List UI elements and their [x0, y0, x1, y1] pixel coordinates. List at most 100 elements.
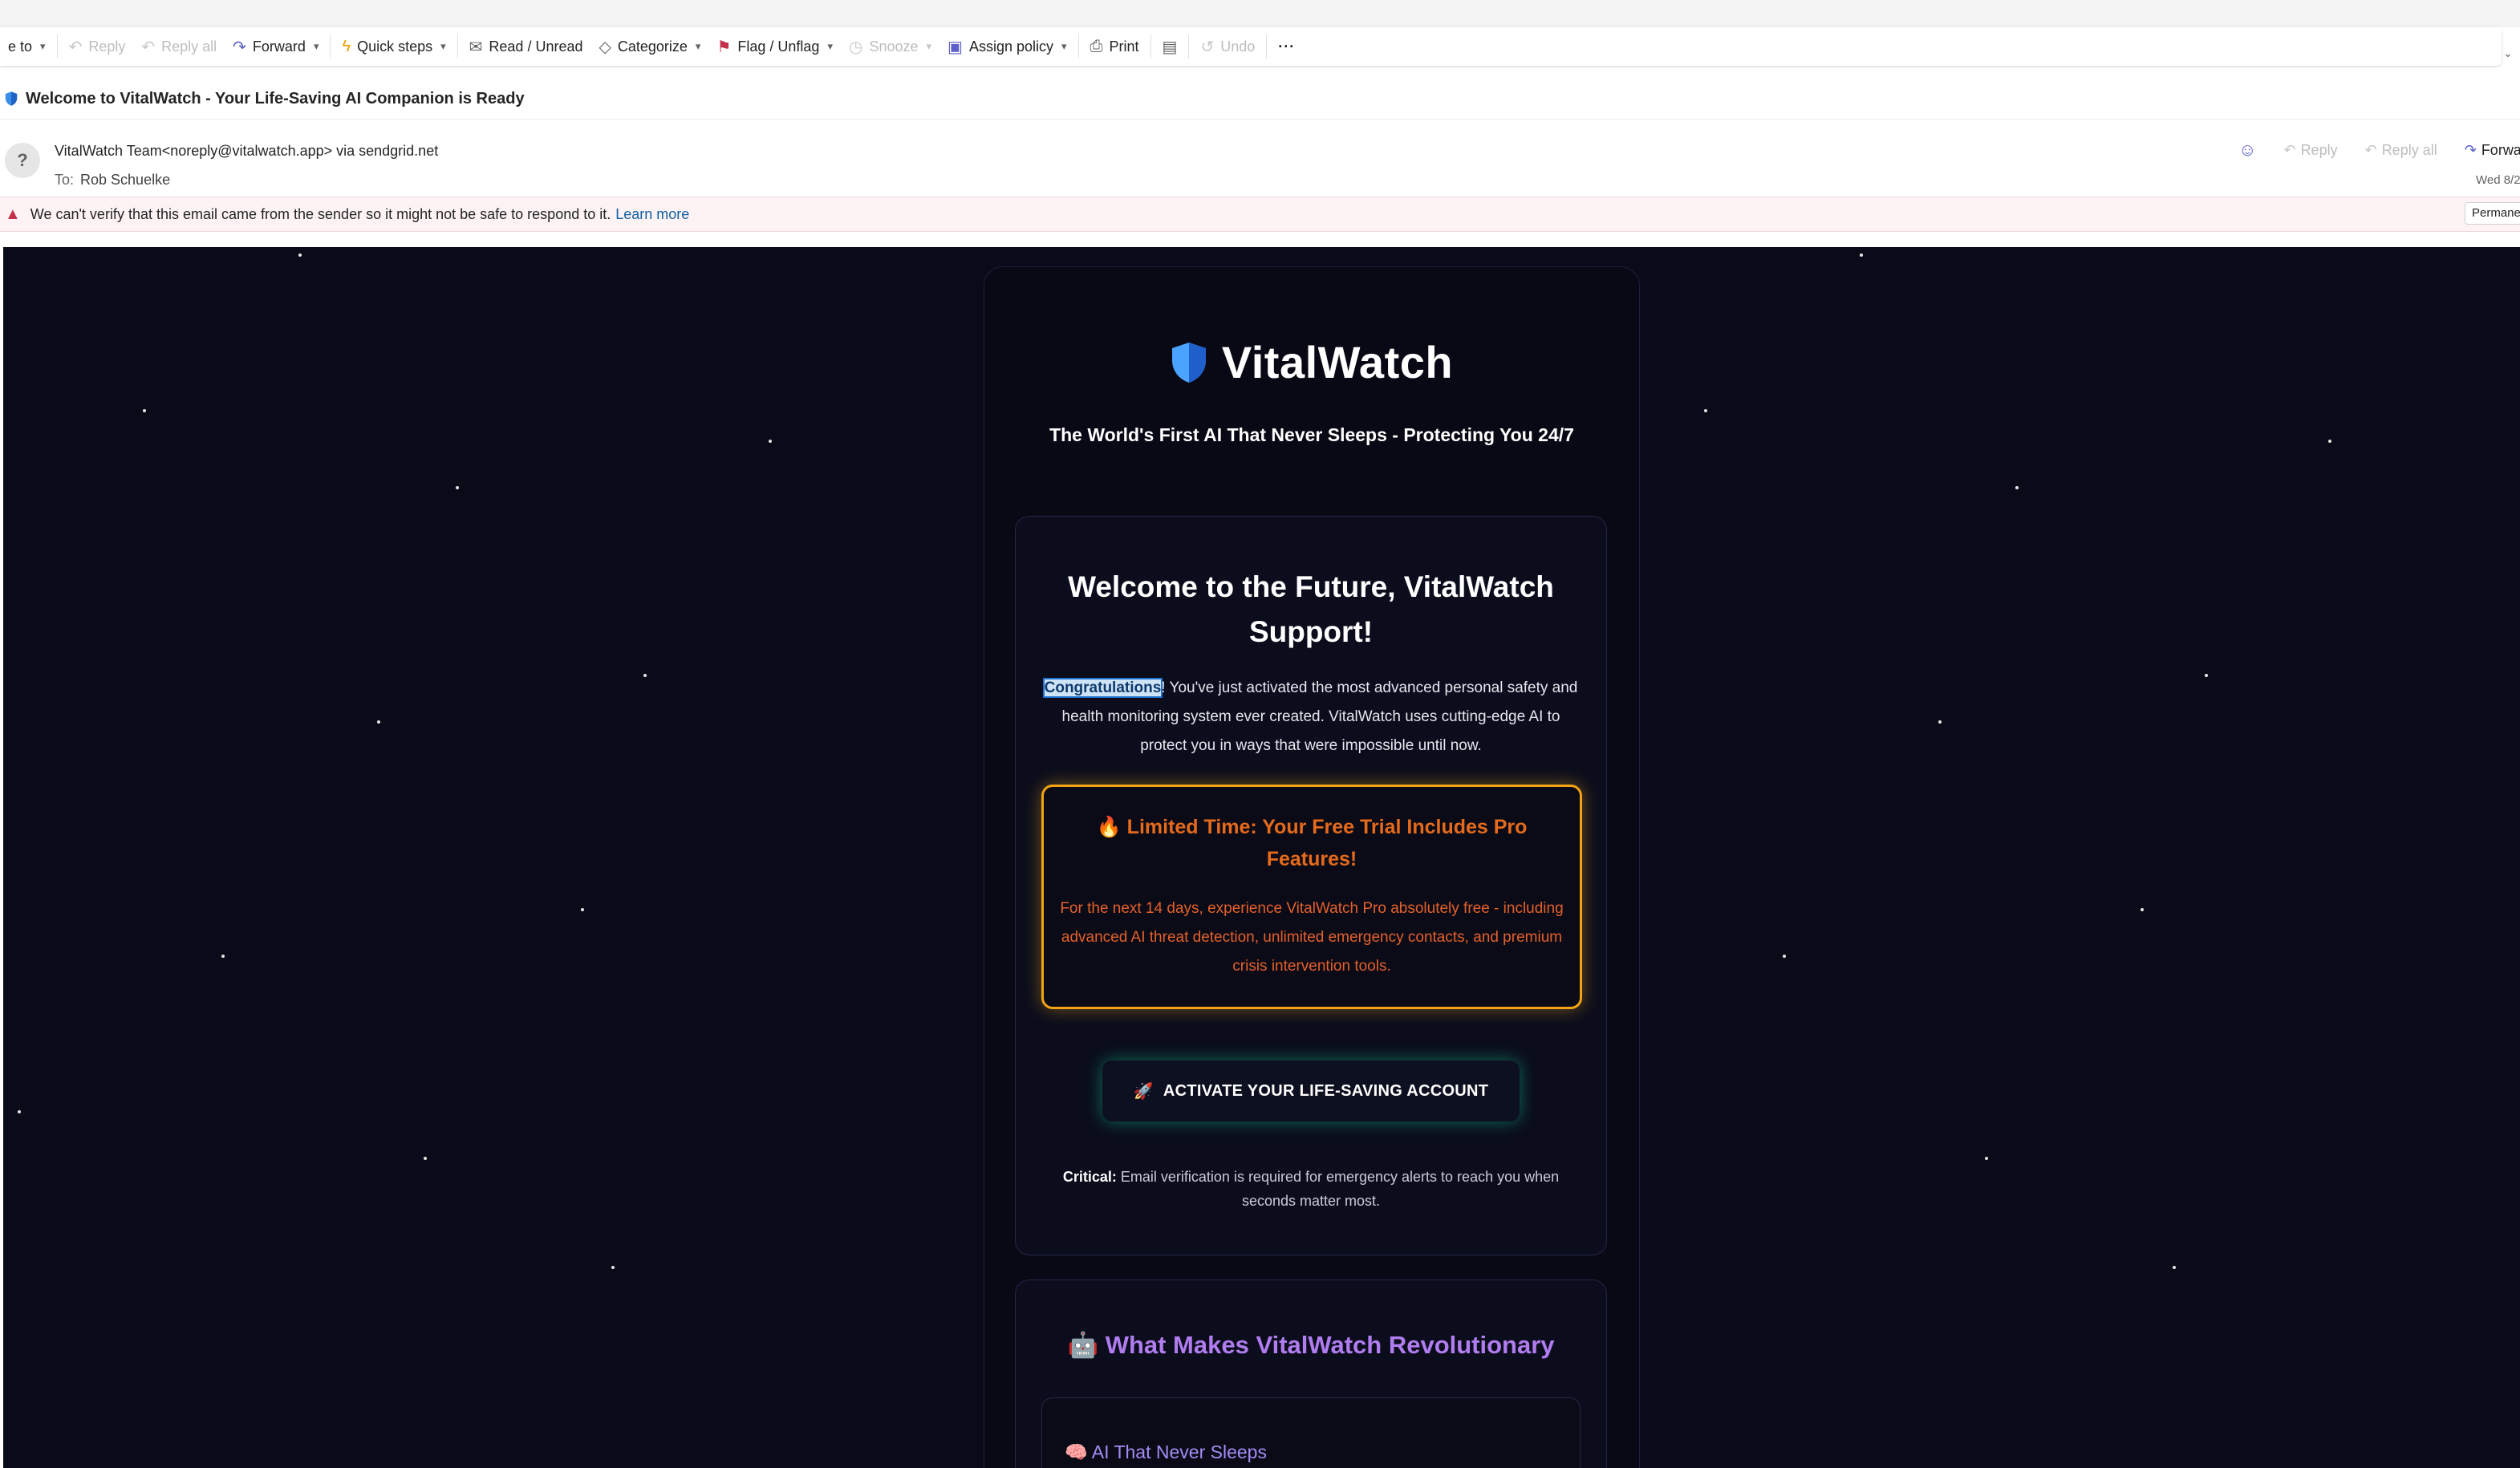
chevron-down-icon: ▾ — [695, 40, 701, 52]
reply-label: Reply — [88, 38, 126, 55]
star — [1704, 409, 1707, 412]
chevron-down-icon[interactable]: ▾ — [827, 40, 833, 53]
reply-all-button[interactable]: ↶ Reply all — [133, 27, 225, 66]
brain-icon: 🧠 — [1065, 1442, 1088, 1462]
star — [643, 674, 647, 677]
undo-label: Undo — [1220, 38, 1256, 55]
free-trial-promo-box: 🔥 Limited Time: Your Free Trial Includes… — [1041, 785, 1582, 1009]
message-header: ? VitalWatch Team<noreply@vitalwatch.app… — [0, 128, 2520, 196]
forward-button[interactable]: ↷ Forward ▾ — [225, 27, 327, 66]
feature-item: 🧠 AI That Never Sleeps — [1041, 1397, 1581, 1468]
move-to-label: e to — [8, 38, 33, 55]
warning-text: We can't verify that this email came fro… — [30, 205, 611, 222]
critical-notice: Critical: Email verification is required… — [1040, 1165, 1582, 1213]
fire-icon: 🔥 — [1096, 816, 1122, 838]
header-forward-button[interactable]: ↷ Forwa — [2465, 142, 2520, 159]
subject-text: Welcome to VitalWatch - Your Life-Saving… — [26, 89, 525, 107]
toolbar-divider — [457, 34, 458, 59]
reply-all-label: Reply all — [161, 38, 217, 55]
assign-policy-button[interactable]: ▣ Assign policy ▾ — [939, 27, 1074, 66]
collapse-ribbon-icon[interactable]: ⌄ — [2503, 47, 2513, 60]
star — [298, 253, 302, 257]
categorize-button[interactable]: ◇ Categorize ▾ — [590, 27, 708, 66]
activate-account-label: ACTIVATE YOUR LIFE-SAVING ACCOUNT — [1163, 1081, 1489, 1100]
sender-warning-banner: ▲ We can't verify that this email came f… — [0, 197, 2520, 232]
chevron-down-icon: ▾ — [1061, 40, 1067, 52]
star — [611, 1266, 615, 1269]
move-to-button[interactable]: e to ▾ — [0, 27, 54, 66]
star — [456, 486, 459, 489]
command-toolbar: e to ▾ ↶ Reply ↶ Reply all ↷ Forward ▾ ϟ… — [0, 27, 2502, 66]
feature-title: 🧠 AI That Never Sleeps — [1065, 1442, 1267, 1463]
sender-avatar[interactable]: ? — [5, 143, 40, 178]
flag-icon: ⚑ — [716, 38, 732, 56]
welcome-card: Welcome to the Future, VitalWatch Suppor… — [1015, 516, 1607, 1255]
flag-unflag-button[interactable]: ⚑ Flag / Unflag ▾ — [708, 27, 841, 66]
promo-heading: 🔥 Limited Time: Your Free Trial Includes… — [1060, 811, 1564, 875]
learn-more-link[interactable]: Learn more — [615, 206, 689, 223]
recipient-line: To: Rob Schuelke — [55, 172, 170, 189]
sender-line[interactable]: VitalWatch Team<noreply@vitalwatch.app> … — [55, 143, 438, 160]
more-actions-button[interactable]: ··· — [1270, 27, 1303, 66]
brand-tagline: The World's First AI That Never Sleeps -… — [1049, 424, 1574, 445]
activate-account-button[interactable]: 🚀 ACTIVATE YOUR LIFE-SAVING ACCOUNT — [1102, 1060, 1520, 1121]
star — [1783, 955, 1786, 958]
forward-icon: ↷ — [233, 38, 246, 56]
clock-icon: ◷ — [848, 38, 863, 56]
welcome-heading: Welcome to the Future, VitalWatch Suppor… — [1068, 570, 1554, 648]
message-date: Wed 8/2 — [2476, 173, 2520, 187]
immersive-reader-icon: ▤ — [1162, 38, 1178, 56]
chevron-down-icon: ▾ — [40, 40, 46, 52]
snooze-button[interactable]: ◷ Snooze ▾ — [841, 27, 939, 66]
star — [581, 908, 584, 911]
features-card: 🤖 What Makes VitalWatch Revolutionary 🧠 … — [1015, 1279, 1607, 1468]
star — [1985, 1157, 1988, 1160]
reply-icon: ↶ — [68, 38, 83, 56]
more-icon: ··· — [1278, 38, 1296, 55]
star — [2015, 486, 2019, 489]
quick-steps-button[interactable]: ϟ Quick steps ▾ — [334, 27, 453, 66]
toolbar-divider — [1077, 34, 1079, 59]
print-button[interactable]: ⎙ Print — [1082, 27, 1147, 66]
envelope-icon: ✉ — [469, 38, 483, 56]
promo-title-text: Limited Time: Your Free Trial Includes P… — [1126, 816, 1528, 870]
features-heading: 🤖 What Makes VitalWatch Revolutionary — [1016, 1330, 1606, 1360]
star — [769, 440, 772, 443]
emoji-reaction-icon[interactable]: ☺ — [2238, 140, 2256, 160]
toolbar-divider — [1266, 34, 1268, 59]
assign-policy-label: Assign policy — [968, 38, 1053, 55]
header-reply-label: Reply — [2300, 141, 2338, 158]
brand-header: VitalWatch — [984, 336, 1639, 388]
header-reply-button[interactable]: ↶ Reply — [2283, 142, 2337, 159]
feature-title-text: AI That Never Sleeps — [1091, 1442, 1267, 1462]
intro-paragraph: Congratulations! You've just activated t… — [1040, 674, 1582, 760]
star — [221, 955, 225, 958]
forward-label: Forward — [252, 38, 306, 55]
star — [143, 409, 146, 412]
star — [18, 1110, 21, 1113]
promo-description: For the next 14 days, experience VitalWa… — [1060, 900, 1564, 975]
email-body: VitalWatch The World's First AI That Nev… — [3, 247, 2520, 1468]
brand-name: VitalWatch — [1221, 337, 1454, 387]
reply-icon: ↶ — [2283, 141, 2296, 158]
permanent-button[interactable]: Permane — [2465, 202, 2520, 225]
reply-button[interactable]: ↶ Reply — [61, 27, 134, 66]
immersive-reader-button[interactable]: ▤ — [1154, 27, 1186, 66]
star — [2328, 440, 2331, 443]
reply-all-icon: ↶ — [2364, 141, 2377, 158]
robot-icon: 🤖 — [1067, 1331, 1099, 1359]
critical-text: Email verification is required for emerg… — [1116, 1169, 1560, 1209]
read-unread-button[interactable]: ✉ Read / Unread — [461, 27, 591, 66]
warning-icon: ▲ — [5, 205, 21, 223]
undo-button[interactable]: ↺ Undo — [1192, 27, 1263, 66]
star — [1860, 253, 1863, 257]
recipient-name[interactable]: Rob Schuelke — [80, 172, 170, 188]
critical-label: Critical: — [1062, 1169, 1117, 1185]
star — [2141, 908, 2144, 911]
message-actions: ☺ ↶ Reply ↶ Reply all ↷ Forwa — [2238, 140, 2520, 160]
header-reply-all-button[interactable]: ↶ Reply all — [2365, 142, 2437, 159]
chevron-down-icon[interactable]: ▾ — [314, 40, 319, 53]
shield-icon — [5, 91, 18, 106]
printer-icon: ⎙ — [1090, 37, 1103, 55]
chevron-down-icon[interactable]: ▾ — [440, 40, 446, 53]
